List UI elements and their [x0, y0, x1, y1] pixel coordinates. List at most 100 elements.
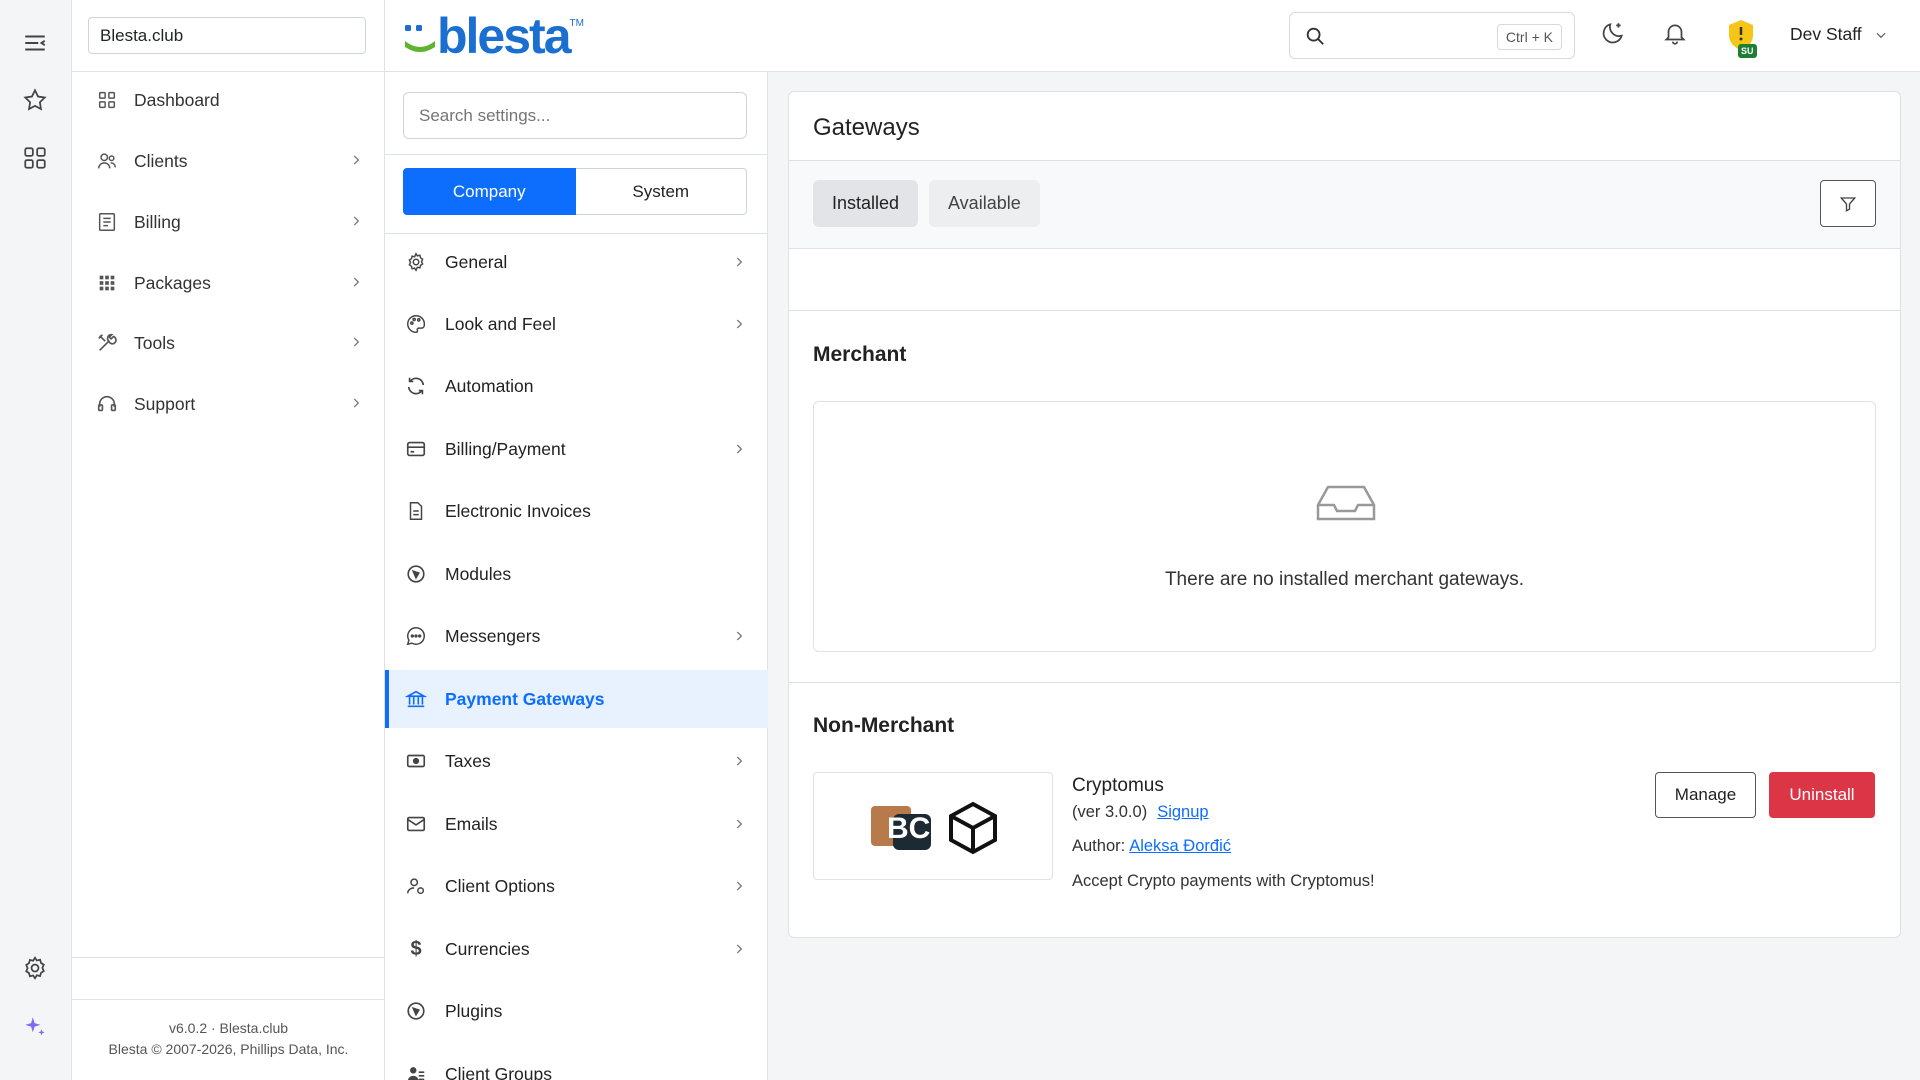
sidebar-item-dashboard[interactable]: Dashboard: [72, 75, 385, 125]
apps-grid-icon[interactable]: [20, 143, 50, 173]
modules-icon: [405, 563, 427, 585]
sidebar-item-tools[interactable]: Tools: [72, 318, 385, 368]
sidebar-item-clients[interactable]: Clients: [72, 136, 385, 186]
receipt-icon: [96, 211, 118, 233]
settings-item-billing-payment[interactable]: Billing/Payment: [385, 420, 768, 478]
tab-bar: Installed Available: [789, 161, 1900, 248]
settings-item-payment-gateways[interactable]: Payment Gateways: [385, 670, 768, 728]
divider: [72, 957, 385, 958]
settings-item-emails[interactable]: Emails: [385, 795, 768, 853]
settings-item-label: Payment Gateways: [445, 688, 605, 709]
settings-item-label: Plugins: [445, 1000, 503, 1021]
divider: [72, 999, 385, 1000]
company-system-toggle: Company System: [403, 168, 747, 215]
settings-item-plugins[interactable]: Plugins: [385, 982, 768, 1040]
sidebar-item-label: Packages: [134, 272, 211, 293]
chevron-right-icon: [736, 881, 743, 891]
gateway-name: Cryptomus: [1072, 775, 1164, 796]
chevron-right-icon: [736, 756, 743, 766]
settings-item-currencies[interactable]: $ Currencies: [385, 920, 768, 978]
gateway-logo: BC: [813, 772, 1053, 880]
settings-item-label: General: [445, 251, 508, 272]
author-link[interactable]: Aleksa Đorđić: [1129, 837, 1231, 855]
superuser-badge: SU: [1738, 44, 1757, 58]
palette-icon: [405, 313, 427, 335]
headset-icon: [96, 393, 118, 415]
tab-available[interactable]: Available: [929, 180, 1040, 227]
divider: [789, 682, 1900, 683]
gear-icon[interactable]: [20, 953, 50, 983]
sidebar-item-billing[interactable]: Billing: [72, 197, 385, 247]
non-merchant-section-title: Non-Merchant: [813, 714, 955, 737]
sidebar-item-support[interactable]: Support: [72, 379, 385, 429]
settings-item-label: Automation: [445, 375, 534, 396]
dark-mode-toggle-icon[interactable]: [1600, 20, 1628, 48]
settings-item-label: Taxes: [445, 750, 491, 771]
global-search-input[interactable]: Ctrl + K: [1289, 12, 1575, 59]
settings-item-label: Client Groups: [445, 1063, 552, 1080]
divider: [72, 71, 385, 72]
settings-item-label: Currencies: [445, 938, 530, 959]
user-settings-icon: [405, 875, 427, 897]
menu-collapse-icon[interactable]: [20, 28, 50, 58]
gateway-version: (ver 3.0.0) Signup: [1072, 803, 1209, 822]
chevron-right-icon: [736, 819, 743, 829]
settings-item-label: Billing/Payment: [445, 438, 566, 459]
tab-system[interactable]: System: [575, 168, 747, 215]
user-menu[interactable]: Dev Staff: [1790, 24, 1888, 45]
sidebar-item-label: Tools: [134, 332, 175, 353]
signup-link[interactable]: Signup: [1157, 803, 1208, 821]
version-text: (ver 3.0.0): [1072, 803, 1148, 821]
settings-item-electronic-invoices[interactable]: Electronic Invoices: [385, 482, 768, 540]
chevron-right-icon: [736, 944, 743, 954]
company-selector[interactable]: Blesta.club: [88, 17, 366, 54]
manage-button[interactable]: Manage: [1655, 772, 1756, 818]
cash-icon: [405, 750, 427, 772]
settings-item-automation[interactable]: Automation: [385, 357, 768, 415]
chevron-right-icon: [736, 319, 743, 329]
star-icon[interactable]: [20, 85, 50, 115]
divider: [385, 154, 768, 155]
settings-item-client-groups[interactable]: Client Groups: [385, 1045, 768, 1080]
tab-installed[interactable]: Installed: [813, 180, 919, 227]
sparkle-icon[interactable]: [20, 1012, 50, 1042]
merchant-empty-state: There are no installed merchant gateways…: [813, 401, 1876, 652]
logo-text: blesta: [437, 8, 572, 64]
blesta-logo[interactable]: blesta TM: [403, 8, 584, 64]
bell-icon[interactable]: [1662, 20, 1690, 48]
settings-item-messengers[interactable]: Messengers: [385, 607, 768, 665]
author-label: Author:: [1072, 837, 1126, 855]
main-sidebar: Blesta.club Dashboard Clients Billing Pa…: [72, 0, 385, 1080]
uninstall-button[interactable]: Uninstall: [1769, 772, 1875, 818]
settings-item-modules[interactable]: Modules: [385, 545, 768, 603]
gear-icon: [405, 251, 427, 273]
settings-item-taxes[interactable]: Taxes: [385, 732, 768, 790]
page-title: Gateways: [813, 114, 920, 141]
tab-company[interactable]: Company: [403, 168, 576, 215]
refresh-icon: [405, 375, 427, 397]
user-name: Dev Staff: [1790, 24, 1862, 44]
chevron-right-icon: [353, 337, 360, 347]
tools-icon: [96, 332, 118, 354]
cryptomus-logo-icon: BC: [871, 801, 997, 855]
filter-button[interactable]: [1820, 180, 1876, 227]
settings-search-input[interactable]: [403, 92, 747, 139]
divider: [789, 310, 1900, 311]
settings-item-client-options[interactable]: Client Options: [385, 857, 768, 915]
icon-rail: [0, 0, 72, 1080]
chevron-right-icon: [736, 631, 743, 641]
gateway-author: Author: Aleksa Đorđić: [1072, 837, 1231, 856]
dashboard-icon: [96, 89, 118, 111]
grid-dots-icon: [96, 272, 118, 294]
bank-icon: [405, 688, 427, 710]
settings-item-general[interactable]: General: [385, 233, 768, 291]
top-header: blesta TM Ctrl + K SU Dev Staff: [385, 0, 1920, 72]
settings-item-look-and-feel[interactable]: Look and Feel: [385, 295, 768, 353]
sidebar-item-packages[interactable]: Packages: [72, 258, 385, 308]
settings-item-label: Look and Feel: [445, 313, 556, 334]
user-group-icon: [405, 1063, 427, 1080]
chevron-right-icon: [353, 155, 360, 165]
dollar-icon: $: [410, 937, 422, 960]
gateway-description: Accept Crypto payments with Cryptomus!: [1072, 872, 1375, 890]
search-icon: [1306, 27, 1324, 45]
